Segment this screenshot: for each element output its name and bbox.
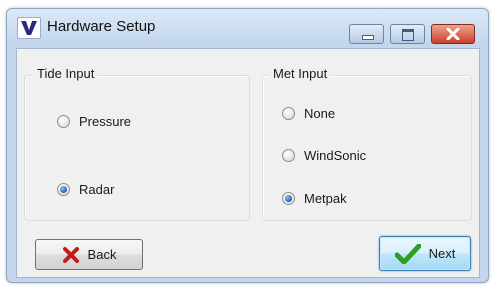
window-title: Hardware Setup	[47, 18, 156, 35]
radio-metpak-label: Metpak	[304, 191, 347, 206]
title-bar[interactable]: Hardware Setup	[7, 9, 488, 44]
radio-radar-label: Radar	[79, 182, 115, 197]
radio-radar-circle[interactable]	[57, 183, 70, 196]
met-input-group: Met Input None WindSonic Metpak	[262, 66, 472, 221]
tide-input-group: Tide Input Pressure Radar	[24, 66, 250, 221]
radio-none[interactable]: None	[282, 106, 335, 121]
close-icon	[432, 25, 474, 43]
radio-none-label: None	[304, 106, 336, 121]
radio-radar[interactable]: Radar	[57, 182, 114, 197]
back-button-label: Back	[87, 247, 117, 262]
radio-metpak-circle[interactable]	[282, 192, 295, 205]
radio-pressure-circle[interactable]	[57, 115, 70, 128]
tide-input-label: Tide Input	[34, 66, 98, 81]
next-button-label: Next	[428, 246, 456, 261]
radio-pressure-label: Pressure	[79, 114, 132, 129]
met-input-label: Met Input	[270, 66, 331, 81]
back-button[interactable]: Back	[35, 239, 143, 270]
minimize-icon	[362, 35, 374, 40]
radio-none-circle[interactable]	[282, 107, 295, 120]
app-logo-icon	[17, 17, 41, 39]
dialog-body: Tide Input Pressure Radar Met Input None…	[16, 48, 480, 278]
next-button[interactable]: Next	[379, 236, 471, 271]
minimize-button[interactable]	[349, 24, 384, 44]
red-x-icon	[62, 246, 80, 263]
green-check-icon	[394, 243, 421, 264]
radio-windsonic-label: WindSonic	[304, 148, 367, 163]
maximize-button[interactable]	[390, 24, 425, 44]
radio-metpak[interactable]: Metpak	[282, 191, 347, 206]
maximize-icon	[402, 29, 414, 41]
hardware-setup-window: Hardware Setup Tide Input Pressure Radar…	[6, 8, 489, 283]
radio-windsonic[interactable]: WindSonic	[282, 148, 366, 163]
close-button[interactable]	[431, 24, 475, 44]
radio-windsonic-circle[interactable]	[282, 149, 295, 162]
radio-pressure[interactable]: Pressure	[57, 114, 131, 129]
